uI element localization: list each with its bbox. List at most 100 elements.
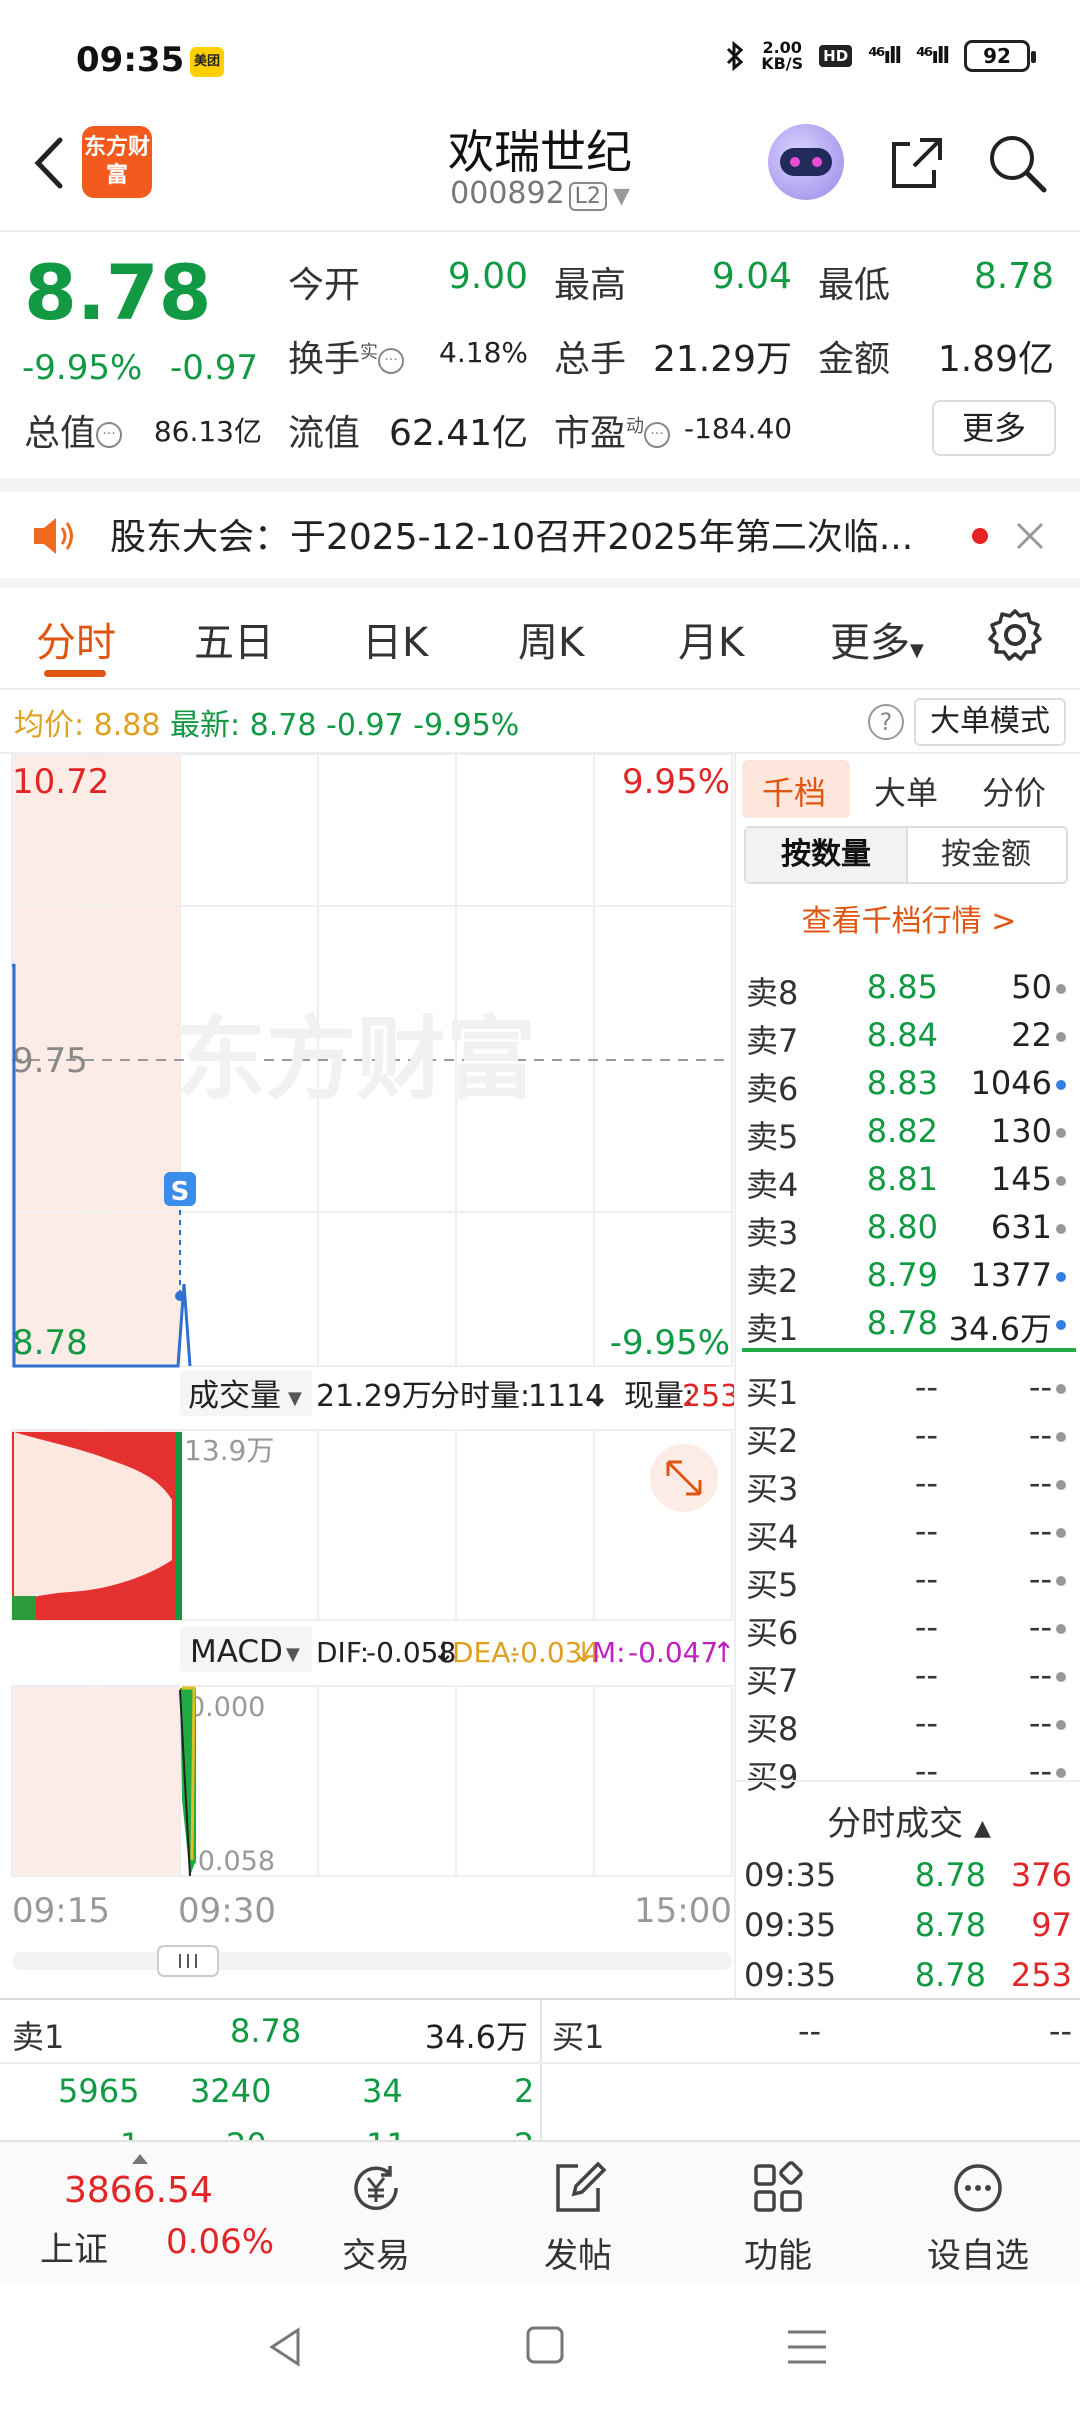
ask-level-row[interactable]: 卖7 8.84 22 [736,1012,1080,1060]
ask-level-row[interactable]: 卖8 8.85 50 [736,964,1080,1012]
ask-level-volume: 130 [990,1112,1052,1150]
bid-level-row[interactable]: 买1 -- -- [736,1364,1080,1412]
market-cap-label[interactable]: 总值 ··· [24,404,123,456]
low-label: 最低 [818,265,891,306]
bid-level-row[interactable]: 买6 -- -- [736,1604,1080,1652]
subtab-full-depth[interactable]: 千档 [762,768,826,814]
info-icon[interactable]: ··· [644,422,671,448]
trade-yen-icon [354,2166,398,2210]
system-menu-icon[interactable] [782,2322,832,2372]
ticks-title[interactable]: 分时成交 ▲ [736,1796,1080,1845]
search-icon[interactable] [984,130,1050,196]
tab-monthly-k[interactable]: 月K [678,610,744,668]
by-amount-button[interactable]: 按金额 [906,828,1066,882]
announcement-bar[interactable]: 股东大会：于2025-12-10召开2025年第二次临... [0,492,1080,578]
ask-level-volume: 631 [990,1208,1052,1246]
ask-level-row[interactable]: 卖1 8.78 34.6万 [736,1300,1080,1348]
close-icon[interactable] [1010,516,1050,556]
app-header: 东方财富 欢瑞世纪 000892 L2 ▼ [0,110,1080,230]
bid-level-volume: -- [1028,1656,1052,1694]
info-icon[interactable]: ··· [378,348,405,374]
signal-marker-s[interactable]: S [164,1172,196,1207]
bid-level-row[interactable]: 买8 -- -- [736,1700,1080,1748]
nav-post-button[interactable]: 发帖 [508,2152,648,2282]
by-quantity-button[interactable]: 按数量 [746,828,906,882]
time-label-open: 09:15 [12,1891,110,1931]
ask-level-price: 8.80 [866,1208,938,1246]
ask-level-price: 8.85 [866,968,938,1006]
ask-level-price: 8.81 [866,1160,938,1198]
system-back-icon[interactable] [262,2322,312,2372]
tick-volume: 97 [1031,1906,1072,1944]
help-icon[interactable]: ? [868,704,904,740]
depth-mode-toggle: 按数量 按金额 [744,826,1068,884]
nav-add-watchlist-button[interactable]: 设自选 [908,2152,1048,2282]
pe-label[interactable]: 市盈动 ··· [554,404,671,456]
bid-level-row[interactable]: 买4 -- -- [736,1508,1080,1556]
bid-level-label: 买8 [746,1710,799,1748]
gear-icon[interactable] [986,606,1044,664]
bid-level-price: -- [914,1416,938,1454]
last-price: 8.78 [24,248,212,337]
ask-level-row[interactable]: 卖3 8.80 631 [736,1204,1080,1252]
share-icon[interactable] [884,130,950,196]
info-icon[interactable]: ··· [96,422,123,448]
tick-row: 09:35 8.78 376 [736,1852,1080,1902]
ask-level-price: 8.82 [866,1112,938,1150]
ask-level-label: 卖5 [746,1118,799,1156]
subtab-price-distribution[interactable]: 分价 [982,768,1046,814]
float-cap-value: 62.41亿 [388,413,528,454]
bid-level-row[interactable]: 买3 -- -- [736,1460,1080,1508]
macd-selector-caret: ▼ [286,1644,300,1665]
bid-level-price: -- [914,1368,938,1406]
bid-level-row[interactable]: 买5 -- -- [736,1556,1080,1604]
marker-point [175,1291,185,1301]
bid-level-row[interactable]: 买7 -- -- [736,1652,1080,1700]
index-expand-caret-icon[interactable] [132,2154,148,2164]
volume-total: 21.29万 [316,1379,432,1414]
signal-4g-icon: ⁴⁶ıll [868,43,902,69]
bid-level-row[interactable]: 买2 -- -- [736,1412,1080,1460]
ask-level-row[interactable]: 卖6 8.83 1046 [736,1060,1080,1108]
index-price[interactable]: 3866.54 [64,2170,213,2211]
queue-order: 11 [366,2126,407,2140]
bid-level-label: 买1 [746,1374,799,1412]
system-home-icon[interactable] [522,2322,568,2368]
ask-level-price: 8.78 [866,1304,938,1342]
ask-level-row[interactable]: 卖4 8.81 145 [736,1156,1080,1204]
bid-level-volume: -- [1028,1368,1052,1406]
macd-m-arrow: ↑ [712,1636,734,1669]
chart-scroll-handle[interactable] [157,1945,219,1977]
nav-trade-button[interactable]: 交易 [306,2152,446,2282]
view-full-depth-link[interactable]: 查看千档行情 > [736,896,1080,940]
level1-book-strip[interactable]: 卖1 8.78 34.6万 买1 -- -- 5965 3240 34 2 1 … [0,2000,1080,2140]
ask-level-row[interactable]: 卖2 8.79 1377 [736,1252,1080,1300]
tab-five-day[interactable]: 五日 [194,610,274,668]
time-label-close: 15:00 [634,1891,732,1931]
chart-period-tabs: 分时 五日 日K 周K 月K 更多▼ [0,588,1080,688]
tab-intraday[interactable]: 分时 [36,610,116,668]
assistant-robot-icon[interactable] [768,124,844,200]
intraday-chart[interactable]: 东方财富 10.72 9.75 8.78 9.95% -9.95% S 成交量 … [0,752,734,1998]
index-change-pct[interactable]: 0.06% [166,2222,274,2262]
index-name[interactable]: 上证 [40,2222,108,2271]
tab-more[interactable]: 更多▼ [830,610,924,668]
queue-order: 34 [362,2072,403,2110]
bid-level-row[interactable]: 买9 -- -- [736,1748,1080,1796]
big-order-mode-button[interactable]: 大单模式 [914,698,1066,746]
ask-level-price: 8.83 [866,1064,938,1102]
status-time: 09:35 [76,40,185,80]
ask-level-row[interactable]: 卖5 8.82 130 [736,1108,1080,1156]
bid-level-volume: -- [1028,1464,1052,1502]
more-quote-button[interactable]: 更多 [932,400,1056,456]
expand-chart-icon[interactable] [650,1444,718,1512]
subtab-big-orders[interactable]: 大单 [874,768,938,814]
tab-weekly-k[interactable]: 周K [518,610,584,668]
ask-level-volume: 34.6万 [948,1310,1052,1348]
tab-daily-k[interactable]: 日K [362,610,428,668]
nav-functions-button[interactable]: 功能 [708,2152,848,2282]
change-percent: -9.95% [22,348,143,388]
divider [0,478,1080,492]
high-label: 最高 [554,265,627,306]
turnover-label[interactable]: 换手实 ··· [288,330,405,382]
